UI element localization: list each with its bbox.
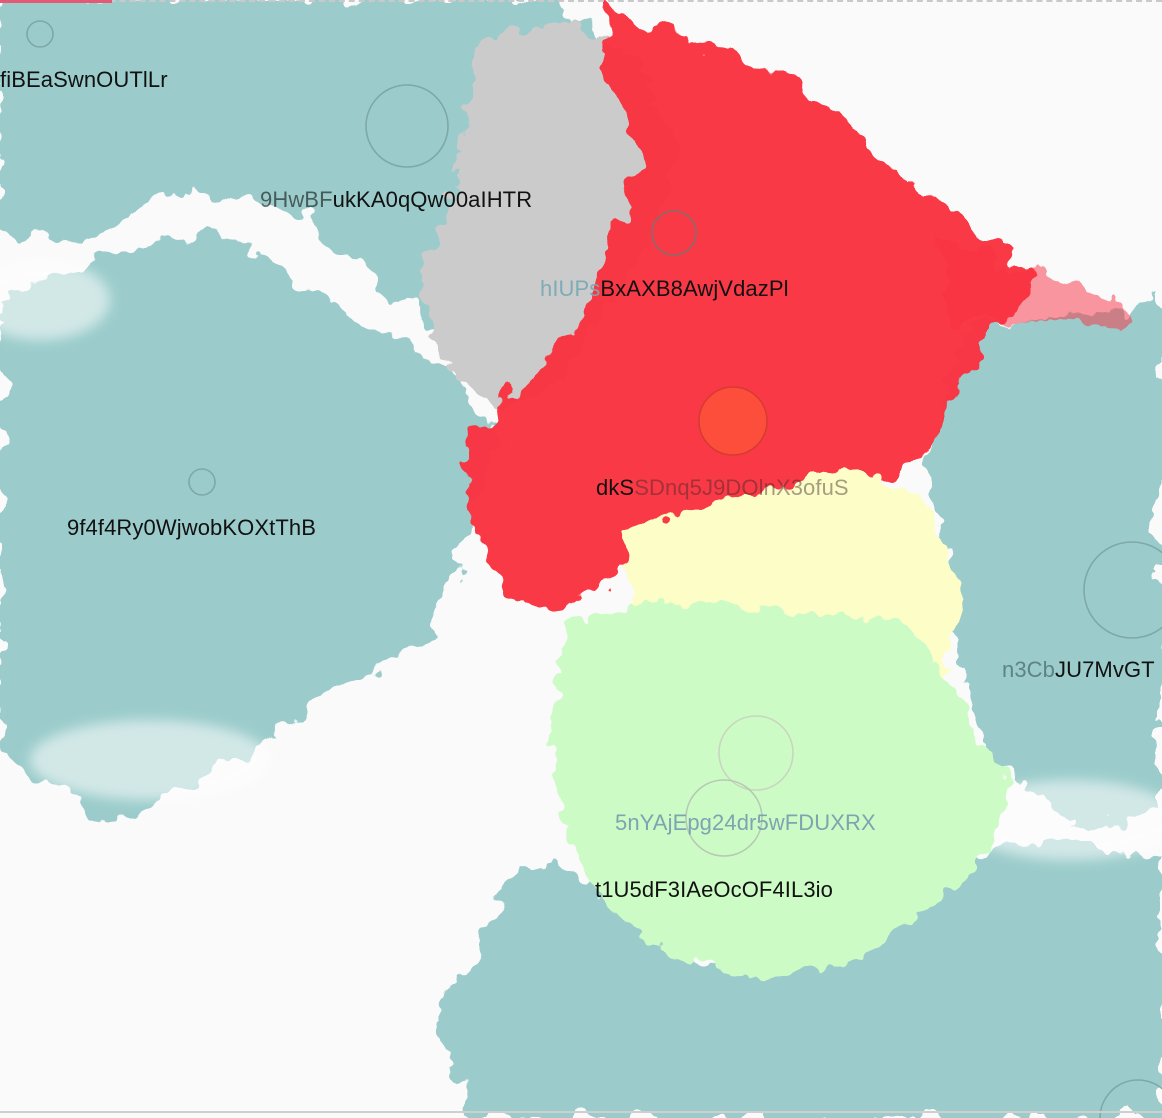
bottom-border bbox=[0, 1111, 1162, 1113]
node-label-faded-text: hIUPs bbox=[540, 276, 601, 301]
node-label-text: t1U5dF3IAeOcOF4IL3io bbox=[595, 877, 834, 902]
top-border bbox=[0, 0, 1162, 2]
territory-map[interactable]: fiBEaSwnOUTlLr 9HwBFukKA0qQw00aIHTR hIUP… bbox=[0, 0, 1162, 1118]
node-label-hlup[interactable]: hIUPsBxAXB8AwjVdazPl bbox=[540, 276, 789, 302]
node-label-ynaj[interactable]: 5nYAjEpg24dr5wFDUXRX bbox=[615, 810, 876, 836]
node-label-t1u5[interactable]: t1U5dF3IAeOcOF4IL3io bbox=[595, 877, 833, 903]
top-accent-bar bbox=[0, 0, 112, 3]
node-label-text: fiBEaSwnOUTlLr bbox=[0, 67, 168, 92]
node-label-faded-text: 9HwBF bbox=[260, 187, 333, 212]
node-label-text: BxAXB8AwjVdazPl bbox=[600, 276, 789, 301]
node-label-text: 9f4f4Ry0WjwobKOXtThB bbox=[67, 515, 316, 540]
node-label-text: ukKA0qQw00aIHTR bbox=[332, 187, 533, 212]
node-label-text: JU7MvGT bbox=[1055, 657, 1155, 682]
node-label-faded-text: n3Cb bbox=[1002, 657, 1055, 682]
node-label-fibea[interactable]: fiBEaSwnOUTlLr bbox=[0, 67, 168, 93]
node-label-f4f4[interactable]: 9f4f4Ry0WjwobKOXtThB bbox=[67, 515, 316, 541]
node-label-text: 5nYAjEpg24dr5wFDUXRX bbox=[615, 810, 876, 835]
node-label-hwbf[interactable]: 9HwBFukKA0qQw00aIHTR bbox=[260, 187, 532, 213]
node-label-faded-text: SDnq5J9DOlnX3ofuS bbox=[634, 475, 849, 500]
node-label-text: dkS bbox=[596, 475, 635, 500]
node-label-dks[interactable]: dkSSDnq5J9DOlnX3ofuS bbox=[596, 475, 849, 501]
territory-canvas bbox=[0, 0, 1162, 1118]
node-label-n3cb[interactable]: n3CbJU7MvGT bbox=[1002, 657, 1155, 683]
active-node[interactable] bbox=[698, 386, 768, 456]
